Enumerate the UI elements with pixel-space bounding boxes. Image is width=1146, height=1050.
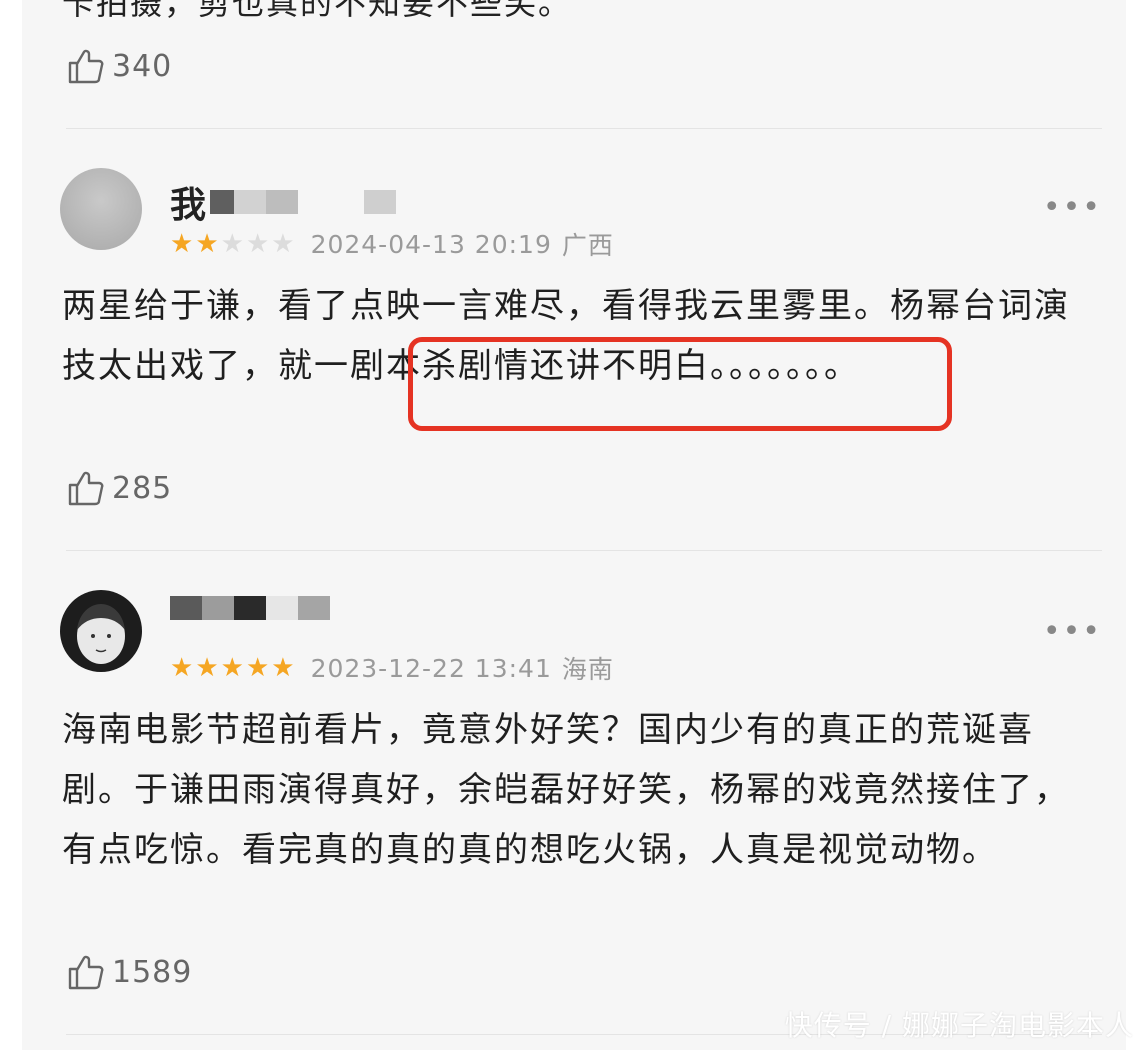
mosaic-block: [234, 596, 266, 620]
like-count: 285: [112, 470, 173, 506]
mosaic-block: [364, 190, 397, 214]
highlight-annotation: [408, 337, 952, 431]
mosaic-block: [266, 596, 298, 620]
star-filled-icon: ★: [170, 653, 195, 683]
thumbs-up-icon: [68, 955, 104, 990]
avatar[interactable]: [60, 590, 142, 672]
comment-text-clipped: 卡拍摄，剪也真的不知要不些笑。: [62, 0, 573, 22]
divider: [66, 128, 1102, 129]
like-count: 1589: [112, 954, 193, 990]
username-obscured[interactable]: [170, 596, 330, 620]
review-date: 2024-04-13 20:19: [310, 229, 552, 259]
watermark: 快传号 / 娜娜子淘电影本人: [784, 1009, 1134, 1042]
star-filled-icon: ★: [195, 229, 220, 259]
star-rating: ★ ★ ★ ★ ★: [170, 655, 297, 681]
mosaic-block: [266, 190, 299, 214]
star-filled-icon: ★: [271, 653, 296, 683]
review-meta: ★ ★ ★ ★ ★ 2024-04-13 20:19 广西: [170, 226, 614, 262]
portrait-icon: [77, 604, 125, 664]
review-location: 广西: [561, 231, 614, 260]
star-filled-icon: ★: [220, 653, 245, 683]
avatar[interactable]: [60, 168, 142, 250]
thumbs-up-icon: [68, 471, 104, 506]
divider: [66, 550, 1102, 551]
star-empty-icon: ★: [220, 229, 245, 259]
like-button[interactable]: 285: [66, 468, 172, 508]
mosaic-block: [202, 596, 234, 620]
like-button[interactable]: 340: [66, 46, 172, 86]
review-location: 海南: [561, 655, 614, 684]
star-empty-icon: ★: [245, 229, 271, 259]
review-meta: ★ ★ ★ ★ ★ 2023-12-22 13:41 海南: [170, 650, 614, 686]
star-filled-icon: ★: [245, 653, 271, 683]
mosaic-block: [298, 596, 330, 620]
mosaic-block: [170, 596, 202, 620]
like-button[interactable]: 1589: [66, 952, 192, 992]
more-options-icon[interactable]: •••: [1043, 614, 1102, 649]
star-filled-icon: ★: [170, 229, 195, 259]
username-obscured[interactable]: 我: [170, 176, 397, 228]
comments-panel: 卡拍摄，剪也真的不知要不些笑。 340 我 ★ ★ ★ ★ ★ 2024-04-13 2…: [22, 0, 1126, 1050]
star-filled-icon: ★: [195, 653, 220, 683]
mosaic-block: [210, 190, 235, 214]
mosaic-block: [234, 190, 267, 214]
review-text: 海南电影节超前看片，竟意外好笑？国内少有的真正的荒诞喜剧。于谦田雨演得真好，余皑…: [62, 710, 1070, 870]
more-options-icon[interactable]: •••: [1043, 190, 1102, 225]
like-count: 340: [112, 48, 173, 84]
review-date: 2023-12-22 13:41: [310, 653, 552, 683]
star-rating: ★ ★ ★ ★ ★: [170, 231, 297, 257]
star-empty-icon: ★: [271, 229, 296, 259]
thumbs-up-icon: [68, 49, 104, 84]
